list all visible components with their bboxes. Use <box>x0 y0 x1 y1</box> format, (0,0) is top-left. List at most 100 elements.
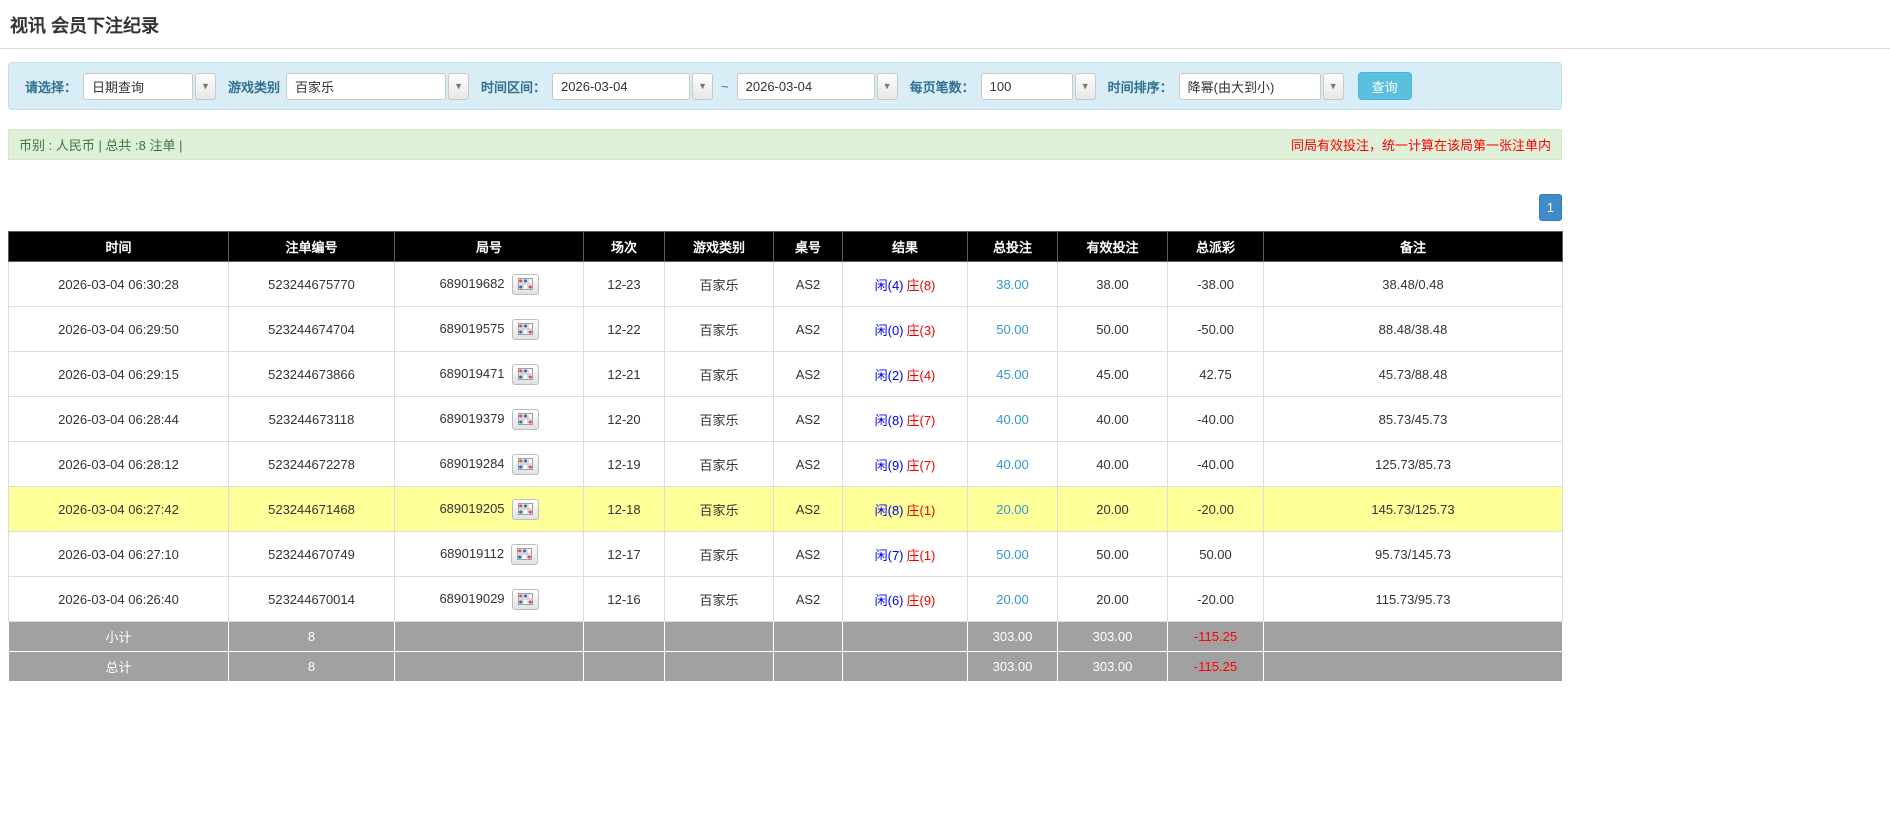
chevron-down-icon[interactable]: ▼ <box>1322 72 1344 100</box>
result-player: 闲(0) <box>874 322 904 338</box>
page-size-value[interactable]: 100 <box>980 72 1073 100</box>
cell-note: 88.48/38.48 <box>1263 306 1563 352</box>
cell-bet-number: 523244674704 <box>228 306 395 352</box>
cell-time: 2026-03-04 06:28:12 <box>8 441 229 487</box>
cell-game-type: 百家乐 <box>664 261 774 307</box>
column-header: 游戏类别 <box>664 231 774 262</box>
currency-total-text: 币别 : 人民币 | 总共 :8 注单 | <box>19 138 183 153</box>
table-row: 2026-03-04 06:27:10 523244670749 6890191… <box>8 531 1563 577</box>
sort-combobox[interactable]: 降幂(由大到小) ▼ <box>1178 72 1344 100</box>
cell-valid-bet: 45.00 <box>1057 351 1168 397</box>
total-valid-bet: 303.00 <box>1057 651 1168 682</box>
sort-label: 时间排序： <box>1107 79 1173 95</box>
total-bet-link[interactable]: 50.00 <box>996 322 1029 337</box>
summary-bar: 币别 : 人民币 | 总共 :8 注单 | 同局有效投注，统一计算在该局第一张注… <box>8 129 1562 160</box>
table-header-row: 时间 注单编号 局号 场次 游戏类别 桌号 结果 总投注 有效投注 总派彩 备注 <box>8 231 1563 262</box>
cell-note: 38.48/0.48 <box>1263 261 1563 307</box>
roadmap-button[interactable] <box>511 273 539 295</box>
cell-session: 12-16 <box>583 576 665 622</box>
table-row: 2026-03-04 06:26:40 523244670014 6890190… <box>8 576 1563 622</box>
cell-game-type: 百家乐 <box>664 531 774 577</box>
cell-bet-number: 523244675770 <box>228 261 395 307</box>
total-bet-link[interactable]: 40.00 <box>996 457 1029 472</box>
cell-payout: 42.75 <box>1167 351 1264 397</box>
table-row: 2026-03-04 06:28:12 523244672278 6890192… <box>8 441 1563 487</box>
cell-note: 85.73/45.73 <box>1263 396 1563 442</box>
search-button[interactable]: 查询 <box>1357 72 1412 100</box>
cell-bet-number: 523244671468 <box>228 486 395 532</box>
round-number: 689019205 <box>439 500 505 516</box>
total-count: 8 <box>228 651 395 682</box>
roadmap-icon <box>517 548 533 560</box>
roadmap-button[interactable] <box>511 318 539 340</box>
sort-value[interactable]: 降幂(由大到小) <box>1178 72 1321 100</box>
cell-time: 2026-03-04 06:27:42 <box>8 486 229 532</box>
cell-table-number: AS2 <box>773 576 843 622</box>
cell-table-number: AS2 <box>773 261 843 307</box>
date-to-combobox[interactable]: 2026-03-04 ▼ <box>736 72 898 100</box>
subtotal-label: 小计 <box>8 621 229 652</box>
cell-round-number: 689019682 <box>394 261 584 307</box>
chevron-down-icon[interactable]: ▼ <box>876 72 898 100</box>
result-player: 闲(2) <box>874 367 904 383</box>
game-type-label: 游戏类别 <box>228 79 281 95</box>
cell-game-type: 百家乐 <box>664 576 774 622</box>
page-button-1[interactable]: 1 <box>1538 194 1562 221</box>
roadmap-icon <box>517 368 533 380</box>
total-total-bet: 303.00 <box>967 651 1058 682</box>
result-player: 闲(8) <box>874 502 904 518</box>
cell-time: 2026-03-04 06:27:10 <box>8 531 229 577</box>
chevron-down-icon[interactable]: ▼ <box>692 72 714 100</box>
game-type-value[interactable]: 百家乐 <box>286 72 447 100</box>
query-type-value[interactable]: 日期查询 <box>83 72 194 100</box>
roadmap-button[interactable] <box>511 453 539 475</box>
cell-round-number: 689019471 <box>394 351 584 397</box>
game-type-combobox[interactable]: 百家乐 ▼ <box>286 72 470 100</box>
cell-round-number: 689019029 <box>394 576 584 622</box>
cell-payout: -40.00 <box>1167 396 1264 442</box>
roadmap-icon <box>517 593 533 605</box>
total-bet-link[interactable]: 50.00 <box>996 547 1029 562</box>
total-bet-link[interactable]: 20.00 <box>996 592 1029 607</box>
cell-result: 闲(4) 庄(8) <box>842 261 968 307</box>
roadmap-button[interactable] <box>511 408 539 430</box>
chevron-down-icon[interactable]: ▼ <box>448 72 470 100</box>
total-row: 总计 8 303.00 303.00 -115.25 <box>8 651 1563 682</box>
roadmap-button[interactable] <box>511 543 539 565</box>
total-bet-link[interactable]: 40.00 <box>996 412 1029 427</box>
result-player: 闲(6) <box>874 592 904 608</box>
date-from-combobox[interactable]: 2026-03-04 ▼ <box>552 72 714 100</box>
date-from-value[interactable]: 2026-03-04 <box>552 72 691 100</box>
column-header: 注单编号 <box>228 231 395 262</box>
cell-valid-bet: 50.00 <box>1057 306 1168 352</box>
cell-total-bet: 20.00 <box>967 486 1058 532</box>
table-row: 2026-03-04 06:29:50 523244674704 6890195… <box>8 306 1563 352</box>
roadmap-icon <box>517 413 533 425</box>
total-bet-link[interactable]: 45.00 <box>996 367 1029 382</box>
chevron-down-icon[interactable]: ▼ <box>195 72 217 100</box>
total-bet-link[interactable]: 38.00 <box>996 277 1029 292</box>
result-banker: 庄(9) <box>906 592 936 608</box>
page-title: 视讯 会员下注纪录 <box>10 16 160 36</box>
page-size-combobox[interactable]: 100 ▼ <box>980 72 1096 100</box>
round-number: 689019575 <box>439 320 505 336</box>
date-to-value[interactable]: 2026-03-04 <box>736 72 875 100</box>
roadmap-button[interactable] <box>511 363 539 385</box>
cell-session: 12-20 <box>583 396 665 442</box>
cell-total-bet: 40.00 <box>967 441 1058 487</box>
cell-game-type: 百家乐 <box>664 306 774 352</box>
column-header: 局号 <box>394 231 584 262</box>
chevron-down-icon[interactable]: ▼ <box>1074 72 1096 100</box>
subtotal-total-bet: 303.00 <box>967 621 1058 652</box>
cell-result: 闲(0) 庄(3) <box>842 306 968 352</box>
tilde-separator: ~ <box>721 78 729 94</box>
cell-bet-number: 523244673866 <box>228 351 395 397</box>
total-payout: -115.25 <box>1167 651 1264 682</box>
query-type-combobox[interactable]: 日期查询 ▼ <box>83 72 217 100</box>
roadmap-button[interactable] <box>511 588 539 610</box>
cell-total-bet: 20.00 <box>967 576 1058 622</box>
cell-bet-number: 523244672278 <box>228 441 395 487</box>
roadmap-button[interactable] <box>511 498 539 520</box>
cell-round-number: 689019112 <box>394 531 584 577</box>
total-bet-link[interactable]: 20.00 <box>996 502 1029 517</box>
